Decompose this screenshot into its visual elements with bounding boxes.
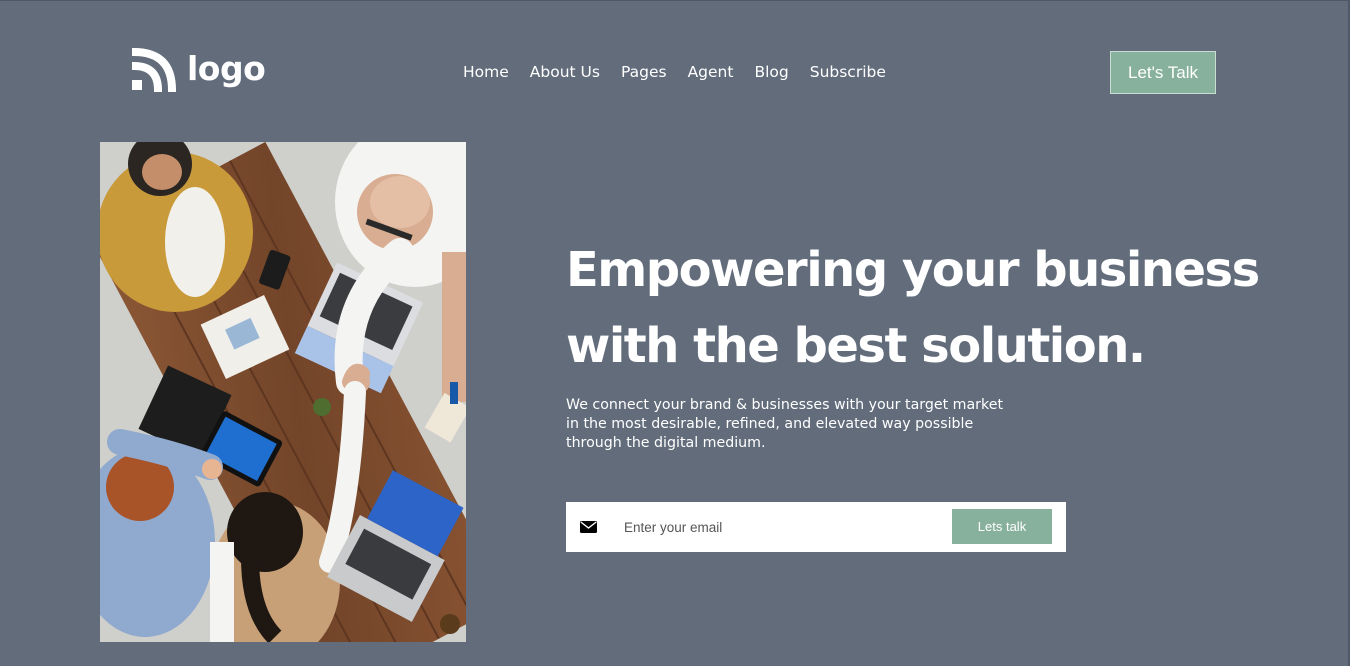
hero-subtext: We connect your brand & businesses with … [566, 396, 1066, 453]
main-nav: Home About Us Pages Agent Blog Subscribe [463, 62, 886, 82]
headline-line-2: with the best solution. [566, 318, 1146, 374]
nav-blog[interactable]: Blog [754, 62, 788, 82]
subtext-line-1: We connect your brand & businesses with … [566, 397, 1004, 413]
email-input[interactable] [624, 514, 944, 540]
lets-talk-button[interactable]: Let's Talk [1110, 51, 1216, 94]
nav-agent[interactable]: Agent [688, 62, 734, 82]
hero-headline: Empowering your business with the best s… [566, 232, 1306, 384]
nav-home[interactable]: Home [463, 62, 509, 82]
nav-subscribe[interactable]: Subscribe [810, 62, 886, 82]
brand-logo[interactable]: logo [132, 48, 266, 92]
subtext-line-2: in the most desirable, refined, and elev… [566, 416, 974, 432]
envelope-icon [580, 521, 597, 533]
subtext-line-3: through the digital medium. [566, 435, 766, 451]
lets-talk-submit-button[interactable]: Lets talk [952, 509, 1052, 544]
headline-line-1: Empowering your business [566, 242, 1260, 298]
nav-pages[interactable]: Pages [621, 62, 667, 82]
logo-text: logo [187, 48, 266, 88]
team-meeting-image [100, 142, 466, 642]
top-border [0, 0, 1350, 1]
nav-about-us[interactable]: About Us [530, 62, 600, 82]
wifi-arcs-icon [132, 48, 176, 92]
email-signup-form: Lets talk [566, 502, 1066, 552]
hero-photo [100, 142, 466, 642]
